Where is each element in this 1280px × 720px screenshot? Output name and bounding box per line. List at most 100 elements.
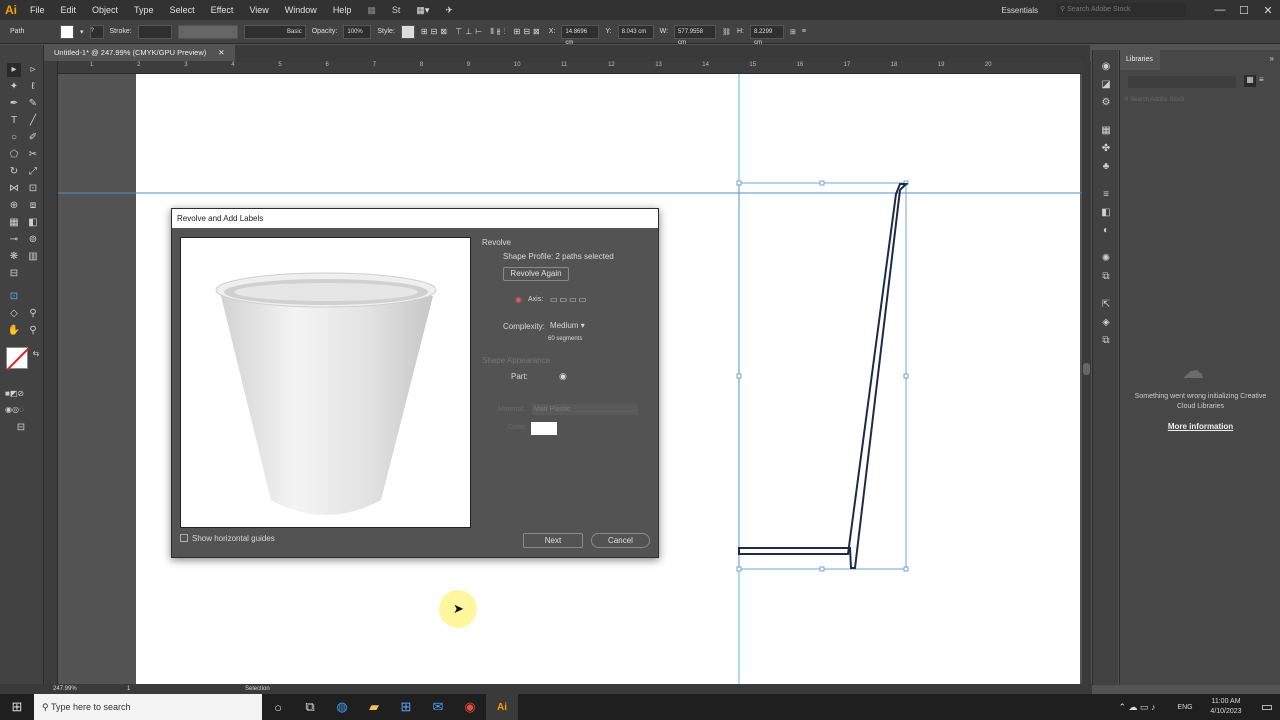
direct-selection-tool-icon[interactable]: ▹ [26,63,40,77]
library-search[interactable]: ⚲ Search Adobe Stock [1124,94,1274,106]
symbol-sprayer-icon[interactable]: ❋ [7,250,21,264]
screen-mode-icon[interactable]: ⊟ [14,421,28,435]
opacity-label[interactable]: Opacity: [312,28,338,35]
selection-tool-icon[interactable]: ▸ [7,63,21,77]
transparency-icon[interactable]: ◐ [1099,224,1113,238]
menu-edit[interactable]: Edit [53,5,85,15]
3d-preview[interactable] [180,237,471,528]
list-view-icon[interactable]: ≡ [1259,75,1264,84]
taskbar-search[interactable]: ⚲ Type here to search [34,694,262,720]
horizontal-ruler[interactable]: 1 2 3 4 5 6 7 8 9 10 11 12 13 14 15 16 17 18 19 20 [58,61,1082,74]
artboards-icon[interactable]: ⧉ [1099,334,1113,348]
gradient-tool-icon[interactable]: ◧ [26,216,40,230]
clock[interactable]: 11:00 AM 4/10/2023 [1198,697,1254,717]
pen-tool-icon[interactable]: ✒ [7,97,21,111]
part-radio-1[interactable]: ◌ [534,372,539,381]
gpu-icon[interactable]: ✈ [437,5,461,16]
swatches-icon[interactable]: ▦ [1099,124,1113,138]
fill-swatch[interactable] [60,24,74,39]
scale-tool-icon[interactable]: ⤢ [26,165,40,179]
file-explorer-icon[interactable]: ▰ [358,694,390,720]
document-tab[interactable]: Untitled-1* @ 247.99% (CMYK/GPU Preview)… [44,45,235,61]
bridge-icon[interactable]: ▦ [359,5,384,16]
revolve-again-button[interactable]: Revolve Again [503,267,569,281]
mesh-tool-icon[interactable]: ▦ [7,216,21,230]
stock-icon[interactable]: St [384,5,409,15]
chrome-icon[interactable]: ◉ [454,694,486,720]
symbols-icon[interactable]: ♣ [1099,160,1113,174]
menu-type[interactable]: Type [126,5,162,15]
rotate-tool-icon[interactable]: ↻ [7,165,21,179]
h-field[interactable]: 8.2299 cm [749,24,784,46]
libraries-tab[interactable]: Libraries [1120,50,1160,70]
blend-tool-icon[interactable]: ⊚ [26,233,40,247]
y-field[interactable]: 8.043 cm [617,24,654,39]
zoom-tool-icon[interactable]: ⚲ [26,324,40,338]
menu-select[interactable]: Select [162,5,203,15]
close-icon[interactable]: ✕ [1256,4,1280,17]
width-tool-icon[interactable]: ⋈ [7,182,21,196]
layers-icon[interactable]: ◈ [1099,316,1113,330]
knife-tool-icon[interactable]: ⚲ [26,307,40,321]
show-guides-checkbox[interactable] [180,534,188,542]
grid-view-icon[interactable]: ▦ [1244,75,1256,87]
graph-tool-icon[interactable]: ▥ [26,250,40,264]
maximize-icon[interactable]: ☐ [1232,4,1256,17]
menu-view[interactable]: View [241,5,276,15]
menu-file[interactable]: File [22,5,53,15]
stroke-panel-icon[interactable]: ≡ [1099,188,1113,202]
paintbrush-icon[interactable]: ✐ [26,131,40,145]
lasso-icon[interactable]: ℓ [26,80,40,94]
more-information-link[interactable]: More information [1120,422,1280,431]
chevron-down-icon[interactable]: ▾ [80,28,84,36]
notifications-icon[interactable]: ▭ [1254,694,1280,720]
eraser-tool-icon[interactable]: ◇ [7,307,21,321]
axis-options[interactable]: ▭▭▭▭ [550,295,588,304]
material-select[interactable]: Matt Plastic [532,404,638,415]
task-view-icon[interactable]: ⧉ [294,694,326,720]
tray-icons[interactable]: ⌃ ☁ ▭ ♪ [1102,694,1172,720]
free-transform-icon[interactable]: ⊡ [26,182,40,196]
mail-icon[interactable]: ✉ [422,694,454,720]
menu-window[interactable]: Window [277,5,325,15]
w-field[interactable]: 577.9558 cm [674,24,717,46]
artboard-nav[interactable]: 1 [127,684,130,694]
menu-effect[interactable]: Effect [203,5,242,15]
part-radio-2[interactable]: ◉ [559,371,567,382]
status-tool[interactable]: Selection [245,684,270,694]
store-icon[interactable]: ⊞ [390,694,422,720]
align-icons[interactable]: ⊞⊟⊠ ⊤⊥⊢ ⫴⫵⫶ ⊞⊟⊠ [421,27,543,37]
arrange-icon[interactable]: ▦▾ [408,5,437,16]
line-tool-icon[interactable]: ╱ [26,114,40,128]
transform-icon[interactable]: ⊞ [790,28,796,36]
minimize-icon[interactable]: — [1208,4,1232,16]
shaper-tool-icon[interactable]: ⬠ [7,148,21,162]
shape-builder-icon[interactable]: ⊕ [7,199,21,213]
library-select[interactable] [1128,76,1236,88]
cancel-button[interactable]: Cancel [591,533,650,548]
vertical-ruler[interactable] [44,61,58,685]
windows-start-icon[interactable]: ⊞ [0,694,34,720]
language-indicator[interactable]: ENG [1172,704,1198,711]
brushes-icon[interactable]: ✤ [1099,142,1113,156]
color-guide-icon[interactable]: ◪ [1099,78,1113,92]
color-swatch[interactable] [531,422,557,435]
artboard-tool-icon[interactable]: ⊟ [7,267,21,281]
curvature-tool-icon[interactable]: ✎ [26,97,40,111]
panel-collapse-icon[interactable]: » [1270,54,1274,63]
illustrator-taskbar-icon[interactable]: Ai [486,694,518,720]
color-panel-icon[interactable]: ◉ [1099,60,1113,74]
cc-libraries-icon[interactable]: ⚙ [1099,96,1113,110]
zoom-level[interactable]: 247.99% [53,684,77,694]
perspective-grid-icon[interactable]: ⧈ [26,199,40,213]
close-tab-icon[interactable]: ✕ [218,48,224,57]
variable-width-field[interactable] [177,24,238,39]
stock-search-box[interactable]: ⚲ Search Adobe Stock [1056,3,1186,17]
dialog-title[interactable]: Revolve and Add Labels [172,209,658,228]
complexity-select[interactable]: Medium ▾ [550,320,594,332]
appearance-icon[interactable]: ✺ [1099,252,1113,266]
x-field[interactable]: 14.8696 cm [561,24,600,46]
fill-stroke-swatch[interactable] [6,347,30,371]
export-icon[interactable]: ⇱ [1099,298,1113,312]
style-swatch[interactable] [400,24,415,39]
